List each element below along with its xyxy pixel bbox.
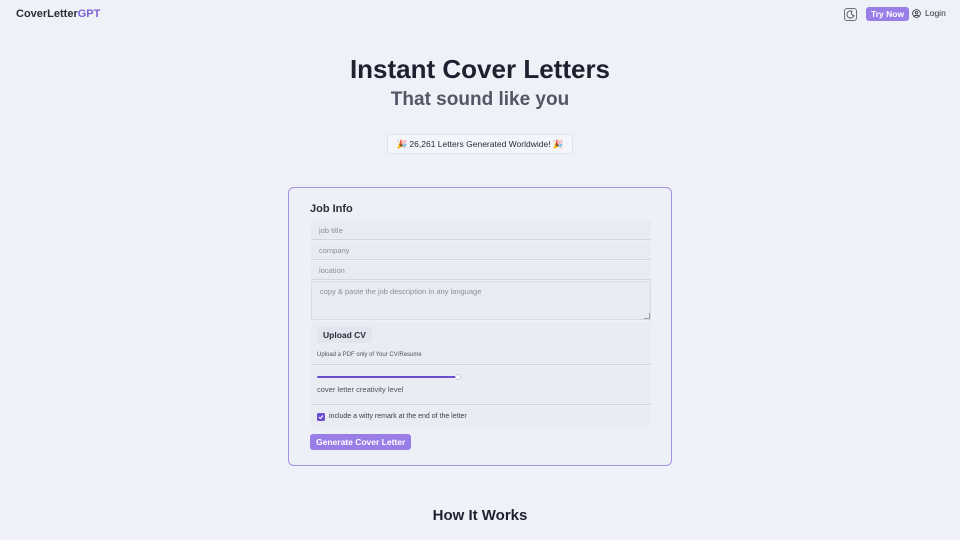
logo-accent-text: GPT xyxy=(77,8,101,20)
witty-remark-label: include a witty remark at the end of the… xyxy=(329,413,467,420)
logo[interactable]: CoverLetterGPT xyxy=(16,8,100,20)
theme-toggle-button[interactable] xyxy=(844,8,857,21)
top-navbar: CoverLetterGPT Try Now Login xyxy=(0,0,960,28)
upload-hint: Upload a PDF only of Your CV/Resume xyxy=(317,352,422,358)
login-link[interactable]: Login xyxy=(912,8,946,18)
company-input[interactable] xyxy=(311,241,651,260)
creativity-slider[interactable] xyxy=(317,374,462,380)
slider-fill xyxy=(317,376,458,378)
checkmark-icon xyxy=(318,414,324,419)
counter-container: 🎉 26,261 Letters Generated Worldwide! 🎉 xyxy=(0,134,960,154)
witty-remark-option: include a witty remark at the end of the… xyxy=(311,406,651,427)
letters-counter-badge: 🎉 26,261 Letters Generated Worldwide! 🎉 xyxy=(387,134,573,154)
slider-thumb[interactable] xyxy=(454,374,461,380)
job-description-textarea[interactable] xyxy=(311,281,651,320)
textarea-resize-handle[interactable] xyxy=(644,313,650,319)
login-label: Login xyxy=(925,8,946,18)
hero-title: Instant Cover Letters xyxy=(349,54,611,84)
logo-text: CoverLetter xyxy=(16,8,78,20)
cv-upload-section: Upload CV Upload a PDF only of Your CV/R… xyxy=(311,322,651,365)
hero-subtitle: That sound like you xyxy=(390,89,570,110)
creativity-section: cover letter creativity level xyxy=(311,366,651,405)
job-info-form: Job Info Upload CV Upload a PDF only of … xyxy=(288,187,672,466)
creativity-label: cover letter creativity level xyxy=(317,385,404,394)
location-input[interactable] xyxy=(311,261,651,280)
job-title-input[interactable] xyxy=(311,221,651,240)
how-it-works-title: How It Works xyxy=(432,507,528,524)
upload-cv-button[interactable]: Upload CV xyxy=(317,327,372,343)
witty-remark-checkbox[interactable] xyxy=(317,412,325,421)
user-circle-icon xyxy=(912,8,921,18)
try-now-button[interactable]: Try Now xyxy=(866,7,910,21)
moon-icon xyxy=(846,10,855,19)
form-title: Job Info xyxy=(310,203,353,215)
generate-cover-letter-button[interactable]: Generate Cover Letter xyxy=(310,434,412,450)
